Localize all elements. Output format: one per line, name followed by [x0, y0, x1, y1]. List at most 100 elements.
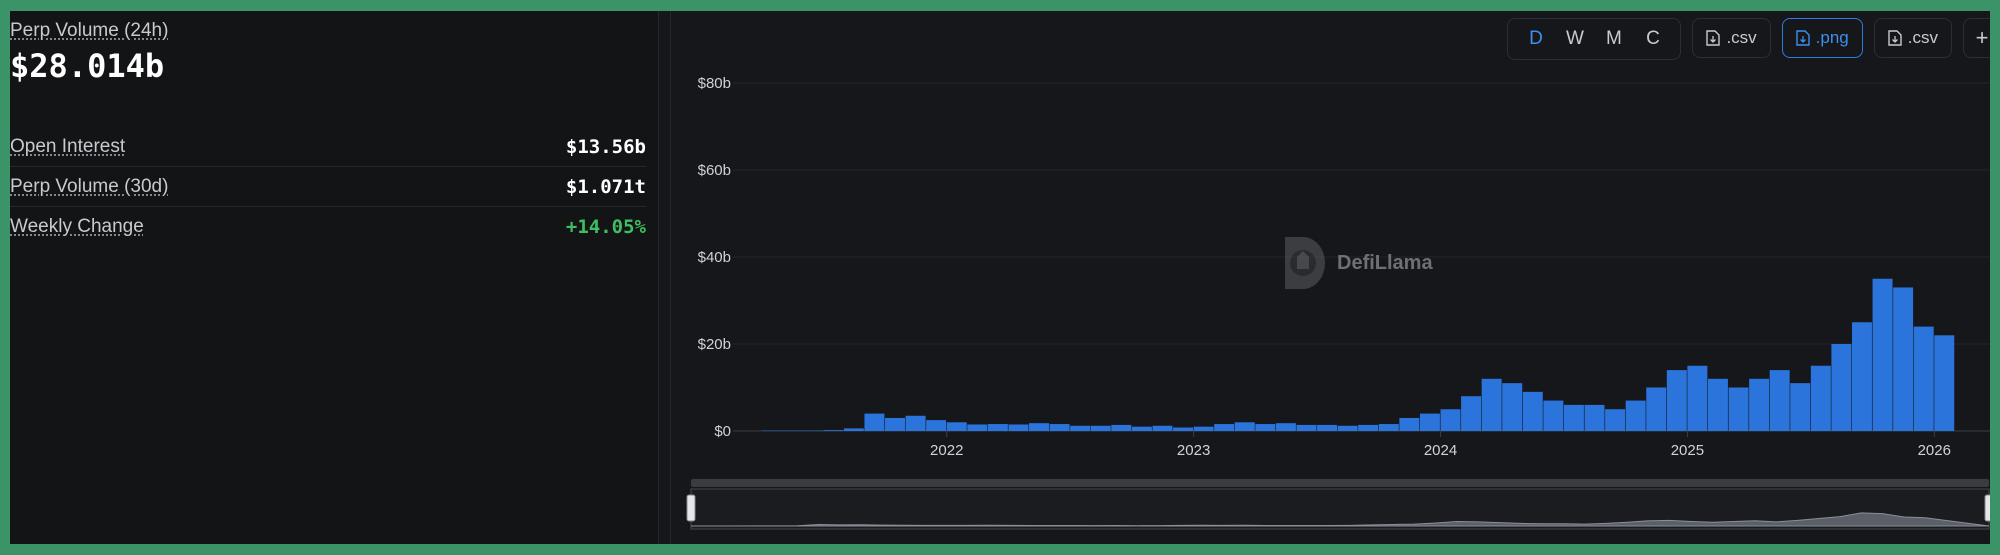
volume-bar [926, 420, 947, 431]
volume-bar [1214, 424, 1235, 431]
stat-row-open-interest: Open Interest $13.56b [10, 127, 646, 167]
volume-bar [946, 422, 967, 431]
download-csv-2-button[interactable]: .csv [1873, 18, 1952, 58]
defillama-watermark: DefiLlama [1279, 235, 1433, 291]
perp-volume-24h-label[interactable]: Perp Volume (24h) [10, 20, 168, 42]
weekly-change-value: +14.05% [565, 215, 646, 238]
volume-bar [1934, 335, 1955, 431]
volume-bar [761, 430, 823, 432]
volume-bar [1317, 424, 1338, 431]
app-frame: Perp Volume (24h) $28.014b Open Interest… [10, 11, 1990, 544]
volume-bar [1296, 424, 1317, 431]
chart-panel: $0 $20b $40b $60b $80b 2022 2023 2024 2025 2026 D… [670, 11, 1990, 544]
watermark-text: DefiLlama [1337, 251, 1433, 274]
add-button[interactable]: + [1963, 18, 1990, 58]
volume-bar [1728, 387, 1749, 431]
volume-bar [1502, 383, 1523, 431]
x-tick-label: 2024 [1424, 442, 1457, 459]
stat-row-weekly-change: Weekly Change +14.05% [10, 207, 646, 246]
granularity-cumulative-button[interactable]: C [1633, 28, 1672, 50]
file-download-icon [1888, 30, 1902, 46]
volume-bar [1749, 378, 1770, 431]
granularity-weekly-button[interactable]: W [1555, 28, 1594, 50]
perp-volume-30d-label[interactable]: Perp Volume (30d) [10, 176, 168, 198]
volume-bar [1275, 423, 1296, 431]
volume-bar [1378, 424, 1399, 431]
chart-toolbar: D W M C .csv .png .csv + [1507, 18, 1990, 60]
y-tick-label: $60b [698, 162, 731, 179]
download-png-label: .png [1815, 28, 1849, 47]
volume-bar [1913, 326, 1934, 431]
volume-bar [1111, 424, 1132, 431]
x-tick-label: 2025 [1671, 442, 1704, 459]
volume-bar [1625, 400, 1646, 431]
volume-bar [1666, 370, 1687, 431]
x-tick-label: 2022 [930, 442, 963, 459]
y-tick-label: $20b [698, 336, 731, 353]
volume-bar [905, 415, 926, 431]
volume-bar [1193, 426, 1214, 431]
x-tick-label: 2026 [1918, 442, 1951, 459]
granularity-toggle: D W M C [1507, 18, 1682, 60]
volume-bar [1152, 425, 1173, 431]
file-download-icon [1795, 30, 1810, 46]
volume-bar [1481, 378, 1502, 431]
perp-volume-24h-value: $28.014b [10, 47, 165, 85]
volume-bar [1605, 409, 1626, 431]
open-interest-value: $13.56b [565, 135, 646, 158]
stats-panel: Perp Volume (24h) $28.014b Open Interest… [10, 11, 659, 544]
weekly-change-label[interactable]: Weekly Change [10, 216, 144, 238]
volume-bar [1687, 365, 1708, 431]
volume-bar [1831, 344, 1852, 431]
volume-bar [1543, 400, 1564, 431]
y-tick-label: $40b [698, 249, 731, 266]
volume-bar [843, 428, 864, 431]
volume-bar [1810, 365, 1831, 431]
stats-list: Open Interest $13.56b Perp Volume (30d) … [10, 127, 646, 246]
perp-volume-30d-value: $1.071t [565, 175, 646, 198]
range-handle [1984, 494, 1990, 522]
volume-bar [1893, 287, 1914, 431]
open-interest-label[interactable]: Open Interest [10, 136, 125, 158]
volume-bar [1522, 391, 1543, 431]
volume-bar [1563, 404, 1584, 431]
download-csv-label: .csv [1726, 28, 1757, 47]
volume-bar [1131, 426, 1152, 431]
download-csv-2-label: .csv [1907, 28, 1938, 47]
range-handle [686, 494, 696, 522]
volume-bar [885, 417, 905, 431]
volume-bar [864, 413, 885, 431]
volume-bar [1646, 387, 1667, 431]
range-slider-track [691, 479, 1989, 487]
llama-logo-icon [1285, 237, 1325, 289]
download-png-button[interactable]: .png [1781, 18, 1863, 58]
volume-bar [1358, 424, 1379, 431]
volume-bar [1234, 422, 1255, 431]
granularity-monthly-button[interactable]: M [1594, 28, 1633, 50]
volume-bar [1707, 378, 1728, 431]
download-csv-button[interactable]: .csv [1692, 18, 1771, 58]
volume-bar [1419, 413, 1440, 431]
file-download-icon [1706, 30, 1721, 46]
volume-bar [1769, 370, 1790, 431]
volume-bar [1173, 427, 1194, 431]
volume-bar [1337, 425, 1358, 431]
volume-bar [967, 424, 988, 431]
volume-bar [1461, 396, 1482, 431]
volume-bar [1008, 424, 1029, 431]
stat-row-perp-volume-30d: Perp Volume (30d) $1.071t [10, 167, 646, 207]
volume-bar [1255, 424, 1276, 431]
y-tick-label: $0 [714, 423, 731, 440]
y-tick-label: $80b [698, 75, 731, 92]
plus-icon: + [1975, 25, 1989, 50]
volume-bar [1090, 425, 1111, 431]
granularity-daily-button[interactable]: D [1516, 28, 1555, 50]
volume-bar [987, 424, 1008, 431]
volume-bar [1851, 322, 1872, 431]
x-tick-label: 2023 [1177, 442, 1210, 459]
volume-bar [1440, 409, 1461, 431]
volume-bar [1790, 383, 1811, 431]
volume-bar [1049, 424, 1070, 431]
volume-bar [1070, 425, 1091, 431]
volume-bar [823, 430, 844, 431]
